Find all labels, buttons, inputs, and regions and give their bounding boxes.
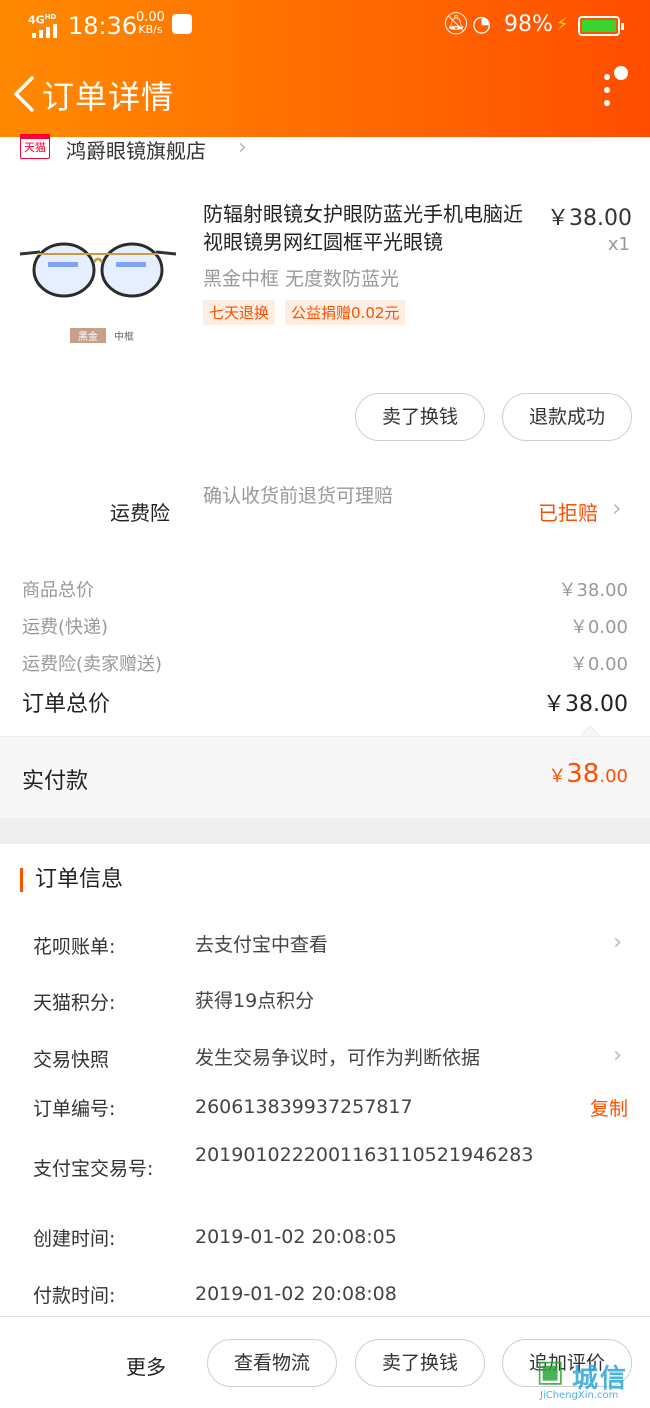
amount-paid-row: 实付款 ￥38.00 [0, 736, 650, 818]
sell-for-cash-button[interactable]: 卖了换钱 [355, 1339, 485, 1387]
product-spec: 黑金中框 无度数防蓝光 [203, 268, 400, 290]
sell-for-cash-button[interactable]: 卖了换钱 [355, 393, 485, 441]
shipping-insurance-desc: 确认收货前退货可理赔 [203, 485, 394, 507]
tmall-badge-icon: 天猫 [20, 134, 50, 159]
shop-row[interactable]: 天猫 鸿爵眼镜旗舰店 › [0, 134, 650, 167]
battery-percent: 98% [504, 12, 553, 37]
order-total-row: 订单总价 ￥38.00 [22, 692, 628, 717]
chevron-right-icon: › [238, 135, 247, 160]
mute-bell-icon: 🔕︎ [442, 12, 470, 37]
shopping-bag-icon [172, 14, 192, 34]
section-divider [0, 818, 650, 844]
status-time: 18:36 [68, 12, 138, 40]
shipping-insurance-label: 运费险 [110, 501, 170, 525]
battery-icon [578, 16, 624, 36]
more-menu-icon[interactable] [600, 66, 628, 114]
price-row-goods: 商品总价 ￥38.00 [22, 580, 628, 601]
amount-paid-label: 实付款 [22, 769, 89, 794]
refund-status-button[interactable]: 退款成功 [502, 393, 632, 441]
notification-dot [614, 66, 628, 80]
product-title[interactable]: 防辐射眼镜女护眼防蓝光手机电脑近视眼镜男网红圆框平光眼镜 [203, 200, 536, 256]
charging-icon: ⚡︎ [556, 14, 569, 35]
charity-tag: 公益捐赠0.02元 [285, 300, 406, 325]
image-variant-tag: 黑金 中框 [70, 328, 134, 343]
network-speed: 0.00 KB/s [136, 10, 165, 36]
app-header: 4GHD 18:36 0.00 KB/s 🔕︎ ◔ 98% ⚡︎ 订单详情 [0, 0, 650, 137]
page-title: 订单详情 [42, 78, 175, 116]
chevron-right-icon: › [613, 930, 622, 955]
price-caret [580, 725, 600, 736]
chevron-right-icon: › [613, 1043, 622, 1068]
view-logistics-button[interactable]: 查看物流 [207, 1339, 337, 1387]
copy-order-number-button[interactable]: 复制 [590, 1094, 628, 1121]
return-policy-tag: 七天退换 [203, 300, 276, 325]
price-row-shipping: 运费(快递) ￥0.00 [22, 617, 628, 638]
status-bar: 4GHD 18:36 0.00 KB/s 🔕︎ ◔ 98% ⚡︎ [0, 10, 650, 42]
more-actions-button[interactable]: 更多 [126, 1351, 166, 1380]
price-row-insurance: 运费险(卖家赠送) ￥0.00 [22, 654, 628, 675]
service-tags: 七天退换 公益捐赠0.02元 [203, 300, 406, 325]
product-price: ￥38.00 [547, 206, 632, 231]
amount-paid-value: ￥38.00 [548, 759, 628, 789]
site-watermark: ▣ 城信 JiChengXin.com [536, 1354, 629, 1401]
product-quantity: x1 [607, 234, 630, 255]
insurance-claim-status[interactable]: 已拒赔 [538, 497, 598, 526]
chevron-right-icon[interactable]: › [612, 494, 622, 522]
signal-icon [32, 24, 57, 38]
watermark-logo-icon: ▣ [536, 1354, 565, 1389]
wifi-icon: ◔ [472, 12, 492, 37]
order-info-heading: 订单信息 [20, 868, 123, 892]
shop-name[interactable]: 鸿爵眼镜旗舰店 [66, 135, 206, 164]
back-arrow-icon[interactable] [12, 74, 36, 114]
product-image[interactable] [18, 232, 178, 302]
